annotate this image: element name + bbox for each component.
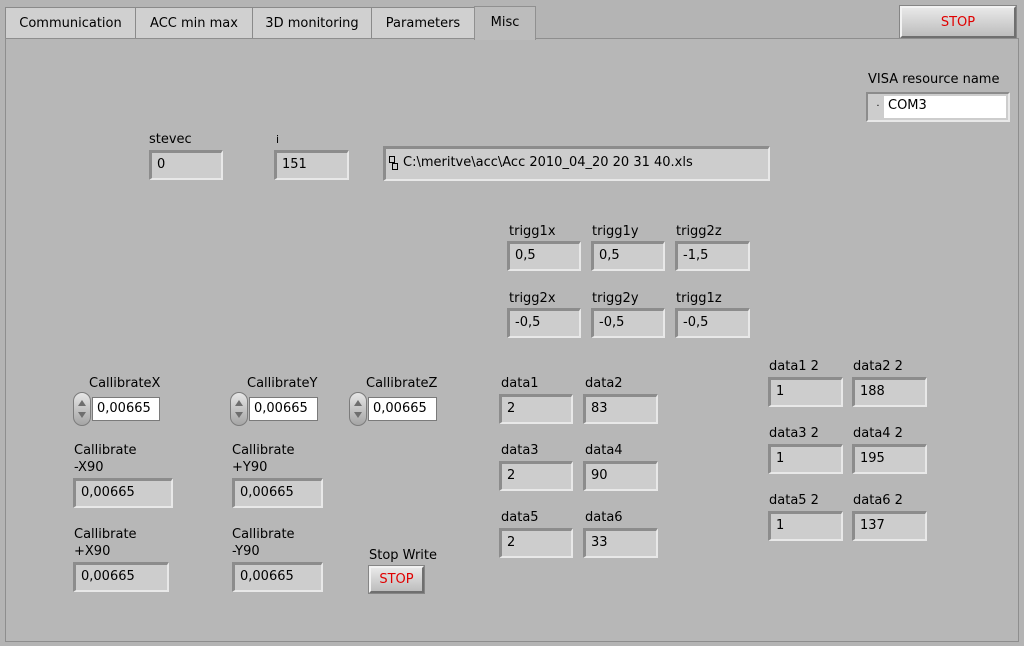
data5-2-indicator: 1 — [768, 511, 843, 541]
data1-2-indicator: 1 — [768, 377, 843, 407]
decrement-arrow-icon[interactable] — [235, 412, 243, 418]
data4-indicator: 90 — [583, 461, 658, 491]
calibrate-y-label: CallibrateY — [247, 376, 318, 391]
data1-label: data1 — [501, 376, 539, 391]
tab-communication[interactable]: Communication — [5, 7, 136, 38]
tab-label: Communication — [19, 15, 122, 31]
increment-arrow-icon[interactable] — [78, 400, 86, 406]
visa-resource-input[interactable]: COM3 — [884, 96, 1006, 118]
data5-indicator: 2 — [499, 528, 573, 558]
visa-resource-control[interactable]: · COM3 — [866, 92, 1010, 122]
data2-label: data2 — [585, 376, 623, 391]
stevec-label: stevec — [149, 132, 192, 147]
calibrate-z-label: CallibrateZ — [366, 376, 438, 391]
visa-browse-icon[interactable]: · — [872, 97, 884, 117]
data2-indicator: 83 — [583, 394, 658, 424]
label-line: +X90 — [74, 544, 111, 559]
data2-2-indicator: 188 — [852, 377, 927, 407]
label-line: Callibrate — [232, 527, 295, 542]
data3-2-label: data3 2 — [769, 426, 819, 441]
tab-misc[interactable]: Misc — [474, 6, 536, 40]
calibrate-x-label: CallibrateX — [89, 376, 161, 391]
label-line: -X90 — [74, 460, 104, 475]
trigg1x-label: trigg1x — [509, 224, 556, 239]
data6-indicator: 33 — [583, 528, 658, 558]
trigg2x-label: trigg2x — [509, 291, 556, 306]
calibrate-plus-x90-label: Callibrate +X90 — [74, 526, 137, 560]
data5-2-label: data5 2 — [769, 493, 819, 508]
stop-button[interactable]: STOP — [900, 6, 1016, 38]
stevec-indicator: 0 — [149, 150, 223, 180]
data1-indicator: 2 — [499, 394, 573, 424]
calibrate-plus-y90-indicator: 0,00665 — [232, 478, 323, 508]
increment-arrow-icon[interactable] — [354, 400, 362, 406]
tab-label: 3D monitoring — [265, 15, 359, 31]
visa-resource-label: VISA resource name — [868, 72, 1000, 87]
data4-label: data4 — [585, 443, 623, 458]
tab-acc-min-max[interactable]: ACC min max — [135, 7, 253, 38]
tab-3d-monitoring[interactable]: 3D monitoring — [252, 7, 372, 38]
calibrate-minus-y90-indicator: 0,00665 — [232, 562, 323, 592]
tab-label: Parameters — [385, 15, 461, 31]
data3-indicator: 2 — [499, 461, 573, 491]
decrement-arrow-icon[interactable] — [354, 412, 362, 418]
label-line: Callibrate — [232, 443, 295, 458]
calibrate-minus-x90-label: Callibrate -X90 — [74, 442, 137, 476]
path-icon — [389, 156, 398, 170]
label-line: Callibrate — [74, 443, 137, 458]
calibrate-z-spinner[interactable] — [349, 392, 367, 426]
label-line: Callibrate — [74, 527, 137, 542]
calibrate-y-spinner[interactable] — [230, 392, 248, 426]
data4-2-label: data4 2 — [853, 426, 903, 441]
data3-label: data3 — [501, 443, 539, 458]
i-label: i — [276, 133, 280, 146]
i-indicator: 151 — [274, 150, 349, 180]
calibrate-x-spinner[interactable] — [73, 392, 91, 426]
calibrate-minus-x90-indicator: 0,00665 — [73, 478, 173, 508]
trigg2x-indicator: -0,5 — [507, 308, 581, 338]
calibrate-plus-y90-label: Callibrate +Y90 — [232, 442, 295, 476]
label-line: +Y90 — [232, 460, 268, 475]
stop-write-button[interactable]: STOP — [369, 566, 424, 593]
calibrate-y-input[interactable]: 0,00665 — [249, 397, 318, 421]
file-path-indicator: C:\meritve\acc\Acc 2010_04_20 20 31 40.x… — [383, 146, 770, 181]
calibrate-plus-x90-indicator: 0,00665 — [73, 562, 169, 592]
increment-arrow-icon[interactable] — [235, 400, 243, 406]
trigg2z-label: trigg2z — [676, 224, 722, 239]
trigg2z-indicator: -1,5 — [675, 241, 750, 271]
trigg2y-label: trigg2y — [592, 291, 639, 306]
calibrate-z-input[interactable]: 0,00665 — [368, 397, 437, 421]
trigg2y-indicator: -0,5 — [591, 308, 665, 338]
trigg1x-indicator: 0,5 — [507, 241, 581, 271]
tab-label: ACC min max — [150, 15, 238, 31]
trigg1z-indicator: -0,5 — [675, 308, 750, 338]
tab-bar: Communication ACC min max 3D monitoring … — [0, 0, 1024, 40]
data2-2-label: data2 2 — [853, 359, 903, 374]
stop-write-label: Stop Write — [369, 548, 438, 563]
calibrate-x-input[interactable]: 0,00665 — [92, 397, 160, 421]
data3-2-indicator: 1 — [768, 444, 843, 474]
trigg1y-label: trigg1y — [592, 224, 639, 239]
trigg1y-indicator: 0,5 — [591, 241, 665, 271]
data1-2-label: data1 2 — [769, 359, 819, 374]
decrement-arrow-icon[interactable] — [78, 412, 86, 418]
stop-button-label: STOP — [940, 14, 976, 30]
trigg1z-label: trigg1z — [676, 291, 722, 306]
file-path-text: C:\meritve\acc\Acc 2010_04_20 20 31 40.x… — [403, 155, 693, 170]
label-line: -Y90 — [232, 544, 260, 559]
data4-2-indicator: 195 — [852, 444, 927, 474]
data6-2-indicator: 137 — [852, 511, 927, 541]
data5-label: data5 — [501, 510, 539, 525]
stop-write-button-label: STOP — [379, 572, 414, 587]
data6-2-label: data6 2 — [853, 493, 903, 508]
data6-label: data6 — [585, 510, 623, 525]
calibrate-minus-y90-label: Callibrate -Y90 — [232, 526, 295, 560]
tab-parameters[interactable]: Parameters — [371, 7, 475, 38]
tab-label: Misc — [490, 15, 520, 30]
